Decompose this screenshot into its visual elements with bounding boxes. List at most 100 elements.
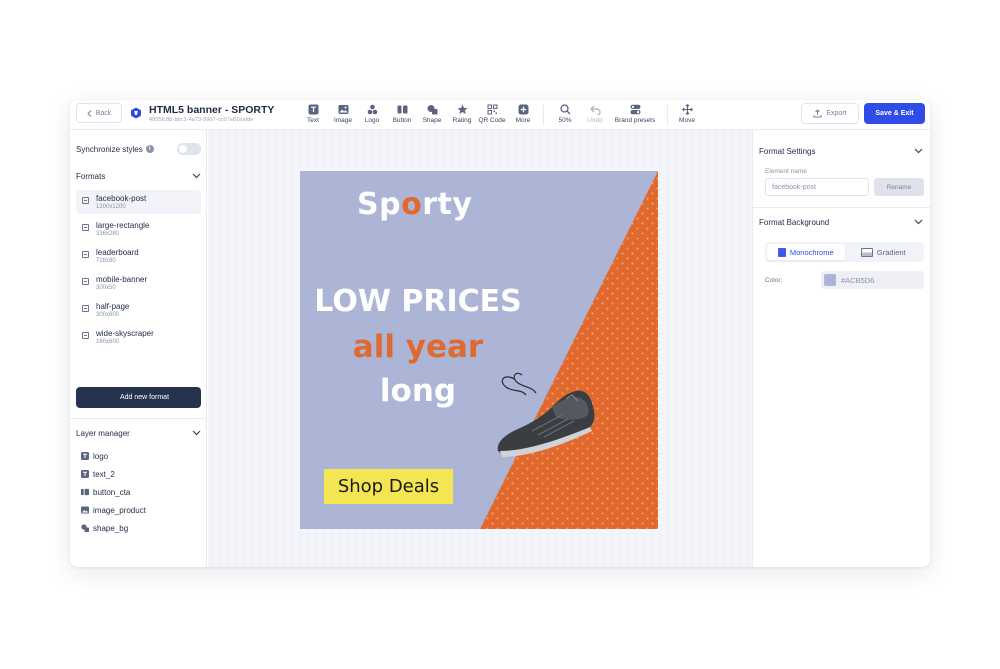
qr-code-icon [487,104,498,115]
format-size: 300x600 [96,312,120,318]
formats-title: Formats [76,171,106,181]
star-icon [457,104,468,115]
logo-text-end: rty [422,187,473,222]
tool-shape[interactable]: Shape [417,104,447,124]
layer-item-button-cta[interactable]: button_cta [81,486,130,498]
rename-button[interactable]: Rename [874,178,924,196]
element-name-input[interactable]: facebook-post [765,178,869,196]
chevron-left-icon [87,109,92,117]
tool-image[interactable]: Image [328,104,358,124]
format-name: leaderboard [96,248,139,257]
tool-zoom[interactable]: 50% [550,104,580,124]
editor-window: Back HTML5 banner - SPORTY 4805fc8b-bbc1… [70,100,930,567]
synchronize-styles-row: Synchronize styles i [76,142,201,156]
back-label: Back [95,109,112,117]
banner-artboard[interactable]: Sporty LOW PRICES all year long Shop Dea… [300,171,658,529]
toolbar-divider [543,105,544,125]
layer-item-image-product[interactable]: image_product [81,504,146,516]
zoom-icon [559,104,571,115]
monochrome-label: Monochrome [789,247,834,257]
tool-qr-code[interactable]: QR Code [477,104,507,124]
tool-rating-label: Rating [452,117,472,124]
chevron-down-icon [914,219,923,225]
format-name: facebook-post [96,194,147,203]
tool-brand-presets[interactable]: Brand presets [615,104,655,124]
format-item-large-rectangle[interactable]: large-rectangle 336x280 [76,217,201,241]
layer-name: logo [93,451,109,461]
layer-name: button_cta [93,487,131,497]
logo[interactable]: Sporty [357,187,472,222]
color-swatch[interactable] [824,274,836,286]
export-button[interactable]: Export [801,103,859,124]
plus-icon [108,394,115,401]
tool-button[interactable]: Button [387,104,417,124]
format-item-half-page[interactable]: half-page 300x600 [76,298,201,322]
format-item-facebook-post[interactable]: facebook-post 1200x1200 [76,190,201,214]
tool-rating[interactable]: Rating [447,104,477,124]
tool-more[interactable]: More [508,104,538,124]
save-exit-button[interactable]: Save & Exit [864,103,925,124]
format-background-header[interactable]: Format Background [759,215,923,229]
image-product[interactable] [492,371,602,466]
tool-more-label: More [515,117,531,124]
format-icon [82,305,89,312]
layer-item-logo[interactable]: logo [81,450,108,462]
logo-text-o: o [401,187,423,222]
format-name: wide-skyscraper [96,329,154,338]
layer-item-shape-bg[interactable]: shape_bg [81,522,128,534]
formats-section-header[interactable]: Formats [76,169,201,183]
gradient-swatch-icon [860,247,873,257]
format-icon [82,197,89,204]
monochrome-option[interactable]: Monochrome [767,244,845,260]
button-icon [397,104,408,115]
color-value: #ACB5D6 [841,275,875,285]
logo-icon [367,104,378,115]
tool-text-label: Text [307,117,319,124]
top-toolbar: Back HTML5 banner - SPORTY 4805fc8b-bbc1… [70,100,930,130]
chevron-down-icon [914,148,923,154]
image-icon [338,104,349,115]
left-panel: Synchronize styles i Formats facebook-po… [70,130,207,567]
add-new-format-button[interactable]: Add new format [76,387,201,408]
button-layer-icon [81,488,89,496]
back-button[interactable]: Back [76,103,122,123]
info-icon[interactable]: i [145,145,154,153]
design-canvas[interactable]: Sporty LOW PRICES all year long Shop Dea… [208,130,752,567]
tool-logo[interactable]: Logo [357,104,387,124]
format-icon [82,278,89,285]
color-label: Color: [765,277,783,284]
headline-line-1[interactable]: LOW PRICES [300,284,536,319]
headline-line-2[interactable]: all year [300,329,536,365]
tool-undo[interactable]: Undo [580,104,610,124]
toolbar-divider [667,105,668,125]
format-item-mobile-banner[interactable]: mobile-banner 300x50 [76,271,201,295]
layer-item-text-2[interactable]: text_2 [81,468,115,480]
upload-icon [813,109,822,118]
gradient-option[interactable]: Gradient [845,244,923,260]
color-picker-field[interactable]: #ACB5D6 [821,271,924,289]
text-icon [308,104,319,115]
tool-logo-label: Logo [364,117,380,124]
layer-manager-header[interactable]: Layer manager [76,426,201,440]
chevron-down-icon [192,430,201,436]
tool-text[interactable]: Text [298,104,328,124]
tool-qr-code-label: QR Code [478,117,506,124]
format-settings-title: Format Settings [759,146,816,156]
button-cta[interactable]: Shop Deals [324,469,453,504]
layer-name: image_product [93,505,146,515]
format-size: 160x600 [96,339,120,345]
format-item-leaderboard[interactable]: leaderboard 728x90 [76,244,201,268]
text-layer-icon [81,470,89,478]
format-item-wide-skyscraper[interactable]: wide-skyscraper 160x600 [76,325,201,349]
format-settings-header[interactable]: Format Settings [759,144,923,158]
tool-move[interactable]: Move [672,104,702,124]
synchronize-styles-toggle[interactable] [177,143,201,155]
project-title[interactable]: HTML5 banner - SPORTY [149,104,274,116]
tool-brand-presets-label: Brand presets [614,117,656,124]
project-id: 4805fc8b-bbc1-4a73-9907-cc07e81bafde [149,117,254,123]
right-panel: Format Settings Element name facebook-po… [752,130,930,567]
tool-move-label: Move [679,117,695,124]
format-background-title: Format Background [759,217,830,227]
tool-undo-label: Undo [587,117,603,124]
section-divider [753,207,930,208]
